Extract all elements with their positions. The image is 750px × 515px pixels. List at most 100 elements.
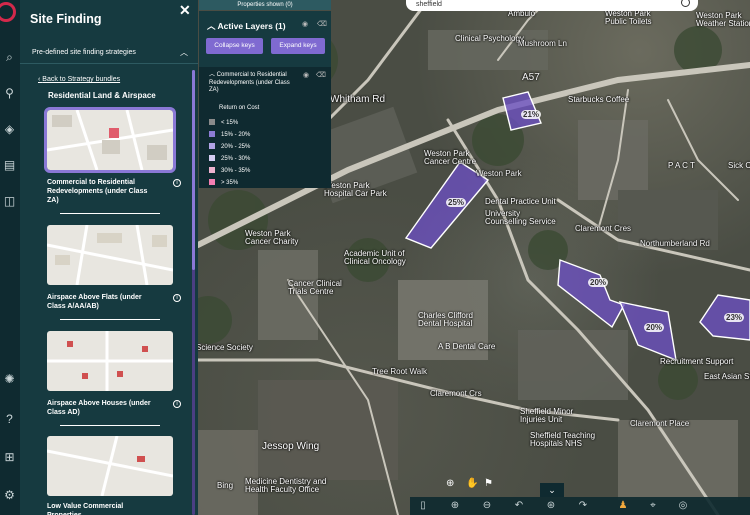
measure-icon[interactable]: ▯ <box>416 499 430 513</box>
legend-swatch <box>209 179 215 185</box>
back-link-label: Back to Strategy bundles <box>42 76 121 83</box>
strategy-card-low-value-commercial[interactable]: Low Value Commercial Properties <box>47 436 173 515</box>
map-label: Mushroom Ln <box>518 39 567 48</box>
trash-icon[interactable]: ⌫ <box>317 20 327 28</box>
map-label: A B Dental Care <box>438 342 496 351</box>
globe-icon[interactable]: ⊛ <box>544 499 558 513</box>
legend-swatch <box>209 155 215 161</box>
map-label: Claremont Place <box>630 419 690 428</box>
legend-row: > 35% <box>209 179 238 186</box>
compass-icon[interactable]: ◎ <box>676 499 690 513</box>
legend-swatch <box>209 167 215 173</box>
map-label: Sheffield Minor Injuries Unit <box>520 407 574 425</box>
settings-gear-icon[interactable]: ⚙ <box>2 488 17 503</box>
legend-label: 15% - 20% <box>221 132 251 138</box>
expand-keys-button[interactable]: Expand keys <box>271 38 325 54</box>
app-logo-icon[interactable] <box>0 2 16 22</box>
active-layers-header[interactable]: ︿ Active Layers (1) <box>207 20 286 32</box>
collapse-keys-button[interactable]: Collapse keys <box>206 38 263 54</box>
map-label: Medicine Dentistry and Health Faculty Of… <box>245 477 327 495</box>
redo-icon[interactable]: ↷ <box>576 499 590 513</box>
card-divider <box>60 425 160 427</box>
map-label: Science Society <box>198 343 253 352</box>
map-label: Northumberland Rd <box>640 239 710 248</box>
site-polygon-label[interactable]: 21% <box>521 110 542 119</box>
strategy-card-airspace-houses[interactable]: Airspace Above Houses (under Class AD) i <box>47 331 181 427</box>
planning-icon[interactable]: ▤ <box>2 158 17 173</box>
layers-icon[interactable]: ◈ <box>2 122 17 137</box>
scrollbar-thumb[interactable] <box>192 70 195 270</box>
map-label: Weston Park Public Toilets <box>605 9 652 27</box>
map-label: Sheffield Teaching Hospitals NHS <box>530 431 596 449</box>
strategy-thumbnail[interactable] <box>47 436 173 496</box>
card-title: Commercial to Residential Redevelopments… <box>47 179 148 205</box>
toolbar-toggle-chevron-down-icon[interactable]: ⌄ <box>540 483 564 497</box>
street-view-person-icon[interactable]: ♟ <box>616 499 630 513</box>
legend-swatch <box>209 131 215 137</box>
site-finding-panel: Site Finding ✕ Pre-defined site finding … <box>20 0 198 515</box>
strategy-card-commercial-to-residential[interactable]: Commercial to Residential Redevelopments… <box>44 107 181 215</box>
basket-icon[interactable]: ⊞ <box>2 450 17 465</box>
search-tool-icon[interactable]: ⌕ <box>2 50 17 65</box>
site-polygon-label[interactable]: 25% <box>446 198 467 207</box>
search-icon[interactable] <box>681 0 690 7</box>
strategy-section-header[interactable]: Pre-defined site finding strategies ︿ <box>20 42 198 64</box>
map-label: Jessop Wing <box>262 441 320 452</box>
info-icon[interactable]: i <box>173 294 181 302</box>
back-to-bundles-link[interactable]: ‹ Back to Strategy bundles <box>38 76 120 83</box>
chevron-up-icon[interactable]: ︿ <box>209 72 217 78</box>
legend-row: 25% - 30% <box>209 155 250 162</box>
zoom-out-icon[interactable]: ⊖ <box>480 499 494 513</box>
help-icon[interactable]: ? <box>2 412 17 427</box>
map-label: Whitham Rd <box>330 94 386 105</box>
info-icon[interactable]: i <box>173 179 181 187</box>
undo-icon[interactable]: ↶ <box>512 499 526 513</box>
active-layers-title: Active Layers (1) <box>217 21 286 31</box>
pan-hand-icon[interactable]: ✋ <box>466 478 478 489</box>
site-polygon-label[interactable]: 20% <box>588 278 609 287</box>
map-label: Starbucks Coffee <box>568 95 630 104</box>
layer-name-label: Commercial to Residential Redevelopments… <box>209 72 290 93</box>
flag-icon[interactable]: ⚑ <box>484 478 493 489</box>
lightbulb-icon[interactable]: ✺ <box>2 372 17 387</box>
legend-swatch <box>209 119 215 125</box>
card-title: Airspace Above Houses (under Class AD) <box>47 400 151 417</box>
parcel-icon[interactable]: ◫ <box>2 194 17 209</box>
card-title: Low Value Commercial Properties <box>47 503 124 515</box>
strategy-thumbnail[interactable] <box>44 107 176 173</box>
chevron-up-icon: ︿ <box>207 21 218 31</box>
map-label: Claremont Crs <box>430 389 482 398</box>
card-title: Airspace Above Flats (under Class A/AA/A… <box>47 294 142 311</box>
legend-label: < 15% <box>221 120 239 126</box>
map-label: Weston Park Weather Station <box>696 11 750 29</box>
zoom-in-icon[interactable]: ⊕ <box>448 499 462 513</box>
map-label: Dental Practice Unit <box>485 197 556 206</box>
close-icon[interactable]: ✕ <box>179 2 191 19</box>
properties-shown-bar[interactable]: Properties shown (0) <box>199 0 331 10</box>
map-label: A57 <box>522 72 540 83</box>
eye-icon[interactable]: ◉ <box>302 20 308 28</box>
strategy-thumbnail[interactable] <box>47 225 173 285</box>
map-label: Charles Clifford Dental Hospital <box>418 311 473 329</box>
legend-row: 15% - 20% <box>209 131 250 138</box>
map-label: Weston Park Cancer Charity <box>245 229 299 247</box>
map-label: Clinical Psychology <box>455 34 524 43</box>
map-search-icon[interactable]: ⚲ <box>2 86 17 101</box>
legend-row: < 15% <box>209 119 238 126</box>
map-label: University Counselling Service <box>485 209 556 227</box>
strategy-card-airspace-flats[interactable]: Airspace Above Flats (under Class A/AA/A… <box>47 225 181 321</box>
info-icon[interactable]: i <box>173 400 181 408</box>
card-divider <box>60 213 160 215</box>
crosshair-icon[interactable]: ⊕ <box>446 478 454 489</box>
site-polygon-label[interactable]: 20% <box>644 323 665 332</box>
panel-title: Site Finding <box>30 12 102 26</box>
trash-icon[interactable]: ⌫ <box>316 71 326 79</box>
strategy-thumbnail[interactable] <box>47 331 173 391</box>
map-search-input[interactable]: sheffield <box>406 0 698 11</box>
map-label: P A C T <box>668 161 695 170</box>
location-pin-icon[interactable]: ⌖ <box>646 499 660 513</box>
site-polygon-label[interactable]: 23% <box>724 313 745 322</box>
chevron-up-icon[interactable]: ︿ <box>180 47 188 58</box>
map-label: East Asian Stu <box>704 372 750 381</box>
eye-icon[interactable]: ◉ <box>303 71 309 79</box>
